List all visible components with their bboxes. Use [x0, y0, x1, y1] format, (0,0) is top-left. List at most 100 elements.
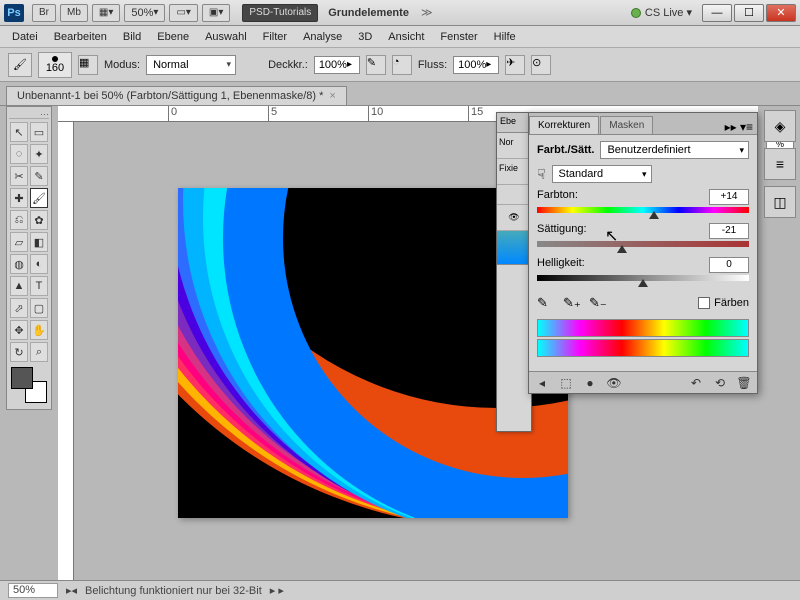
- menu-fenster[interactable]: Fenster: [432, 31, 485, 43]
- farbton-input[interactable]: +14: [709, 189, 749, 205]
- status-nav-icon[interactable]: ▸◂: [66, 584, 77, 597]
- dodge-tool[interactable]: ◐: [30, 254, 48, 274]
- screenmode-button[interactable]: ▣▾: [202, 4, 230, 22]
- cslive-button[interactable]: CS Live ▾: [645, 6, 700, 19]
- eyedropper-minus-icon[interactable]: ✎₋: [589, 295, 605, 311]
- move-tool[interactable]: ↖: [10, 122, 28, 142]
- scope-dropdown[interactable]: Standard: [552, 165, 652, 183]
- heal-tool[interactable]: ✚: [10, 188, 28, 208]
- airbrush-button[interactable]: ✈: [505, 55, 525, 75]
- status-nav2-icon[interactable]: ▸ ▸: [270, 584, 284, 597]
- minibridge-button[interactable]: Mb: [60, 4, 88, 22]
- tablet-pressure-button[interactable]: ⊙: [531, 55, 551, 75]
- eyedropper-plus-icon[interactable]: ✎₊: [563, 295, 579, 311]
- partial-panel-tab[interactable]: Ebe: [497, 113, 531, 133]
- gradient-tool[interactable]: ◧: [30, 232, 48, 252]
- bridge-button[interactable]: Br: [32, 4, 56, 22]
- wand-tool[interactable]: ✦: [30, 144, 48, 164]
- workspace-more-icon[interactable]: ≫: [417, 6, 437, 19]
- menu-filter[interactable]: Filter: [255, 31, 295, 43]
- menu-auswahl[interactable]: Auswahl: [197, 31, 255, 43]
- partial-layer-thumb[interactable]: [497, 231, 531, 265]
- expand-icon[interactable]: ⬚: [557, 375, 575, 391]
- preset-dropdown[interactable]: Benutzerdefiniert: [600, 141, 749, 159]
- trash-icon[interactable]: 🗑: [735, 375, 753, 391]
- doc-close-icon[interactable]: ×: [329, 90, 335, 102]
- right-dock: ◈ ≡ ◫: [764, 106, 796, 218]
- deckkr-input[interactable]: 100% ▸: [314, 56, 360, 74]
- lasso-tool[interactable]: ◌: [10, 144, 28, 164]
- workspace-grundelemente[interactable]: Grundelemente: [320, 7, 417, 19]
- color-swatch[interactable]: [11, 367, 47, 403]
- menubar: Datei Bearbeiten Bild Ebene Auswahl Filt…: [0, 26, 800, 48]
- hand-icon[interactable]: ☟: [537, 166, 546, 183]
- panel-menu-icon[interactable]: ▸▸ ▾≡: [721, 120, 757, 134]
- dock-channels-icon[interactable]: ≡: [764, 148, 796, 180]
- saettigung-slider[interactable]: [537, 241, 749, 247]
- menu-datei[interactable]: Datei: [4, 31, 46, 43]
- menu-ansicht[interactable]: Ansicht: [380, 31, 432, 43]
- clip-icon[interactable]: ●: [581, 375, 599, 391]
- 3d-tool[interactable]: ✥: [10, 320, 28, 340]
- eyedropper-icon[interactable]: ✎: [537, 295, 553, 311]
- shape-tool[interactable]: ▢: [30, 298, 48, 318]
- type-tool[interactable]: T: [30, 276, 48, 296]
- deckkr-toggle[interactable]: ◔: [392, 55, 412, 75]
- brush-preset-button[interactable]: 160: [38, 52, 72, 78]
- faerben-checkbox[interactable]: [698, 297, 710, 309]
- maximize-button[interactable]: ☐: [734, 4, 764, 22]
- helligkeit-slider[interactable]: [537, 275, 749, 281]
- zoom-tool[interactable]: ⌕: [30, 342, 48, 362]
- view-extras-button[interactable]: ▦▾: [92, 4, 120, 22]
- minimize-button[interactable]: —: [702, 4, 732, 22]
- rotate-tool[interactable]: ↻: [10, 342, 28, 362]
- doc-tab[interactable]: Unbenannt-1 bei 50% (Farbton/Sättigung 1…: [6, 86, 347, 105]
- tab-masken[interactable]: Masken: [600, 116, 653, 134]
- hue-strip-2[interactable]: [537, 339, 749, 357]
- menu-ebene[interactable]: Ebene: [149, 31, 197, 43]
- saettigung-input[interactable]: -21: [709, 223, 749, 239]
- zoom-input[interactable]: 50%: [8, 583, 58, 598]
- current-tool-icon[interactable]: 🖌: [8, 53, 32, 77]
- menu-bild[interactable]: Bild: [115, 31, 149, 43]
- dock-paths-icon[interactable]: ◫: [764, 186, 796, 218]
- partial-layers-panel[interactable]: Ebe Nor Fixie 👁: [496, 112, 532, 432]
- crop-tool[interactable]: ✂: [10, 166, 28, 186]
- back-icon[interactable]: ◂: [533, 375, 551, 391]
- reset-icon[interactable]: ⟲: [711, 375, 729, 391]
- history-brush-tool[interactable]: ✿: [30, 210, 48, 230]
- zoom-dropdown[interactable]: 50% ▾: [124, 4, 165, 22]
- brush-tool[interactable]: 🖌: [30, 188, 48, 208]
- dock-layers-icon[interactable]: ◈: [764, 110, 796, 142]
- brush-panel-button[interactable]: ▦: [78, 55, 98, 75]
- menu-analyse[interactable]: Analyse: [295, 31, 350, 43]
- workspace-psd-tutorials[interactable]: PSD-Tutorials: [242, 4, 318, 22]
- helligkeit-input[interactable]: 0: [709, 257, 749, 273]
- deckkr-pressure-button[interactable]: ✎: [366, 55, 386, 75]
- fluss-label: Fluss:: [418, 59, 447, 71]
- modus-dropdown[interactable]: Normal: [146, 55, 236, 75]
- pen-tool[interactable]: ▲: [10, 276, 28, 296]
- menu-3d[interactable]: 3D: [350, 31, 380, 43]
- marquee-tool[interactable]: ▭: [30, 122, 48, 142]
- eyedropper-tool[interactable]: ✎: [30, 166, 48, 186]
- ruler-vertical[interactable]: [58, 122, 74, 580]
- eraser-tool[interactable]: ▱: [10, 232, 28, 252]
- blur-tool[interactable]: ◍: [10, 254, 28, 274]
- menu-hilfe[interactable]: Hilfe: [486, 31, 524, 43]
- close-button[interactable]: ✕: [766, 4, 796, 22]
- fluss-input[interactable]: 100% ▸: [453, 56, 499, 74]
- hand-tool[interactable]: ✋: [30, 320, 48, 340]
- hue-strip[interactable]: [537, 319, 749, 337]
- ruler-tick: 0: [168, 106, 177, 122]
- visibility-icon[interactable]: 👁: [605, 375, 623, 391]
- eye-icon[interactable]: 👁: [497, 205, 531, 231]
- farbton-slider[interactable]: [537, 207, 749, 213]
- path-select-tool[interactable]: ⬀: [10, 298, 28, 318]
- menu-bearbeiten[interactable]: Bearbeiten: [46, 31, 115, 43]
- doc-tab-title: Unbenannt-1 bei 50% (Farbton/Sättigung 1…: [17, 90, 323, 102]
- stamp-tool[interactable]: ⎌: [10, 210, 28, 230]
- arrange-button[interactable]: ▭▾: [169, 4, 197, 22]
- previous-icon[interactable]: ↶: [687, 375, 705, 391]
- tab-korrekturen[interactable]: Korrekturen: [529, 116, 599, 134]
